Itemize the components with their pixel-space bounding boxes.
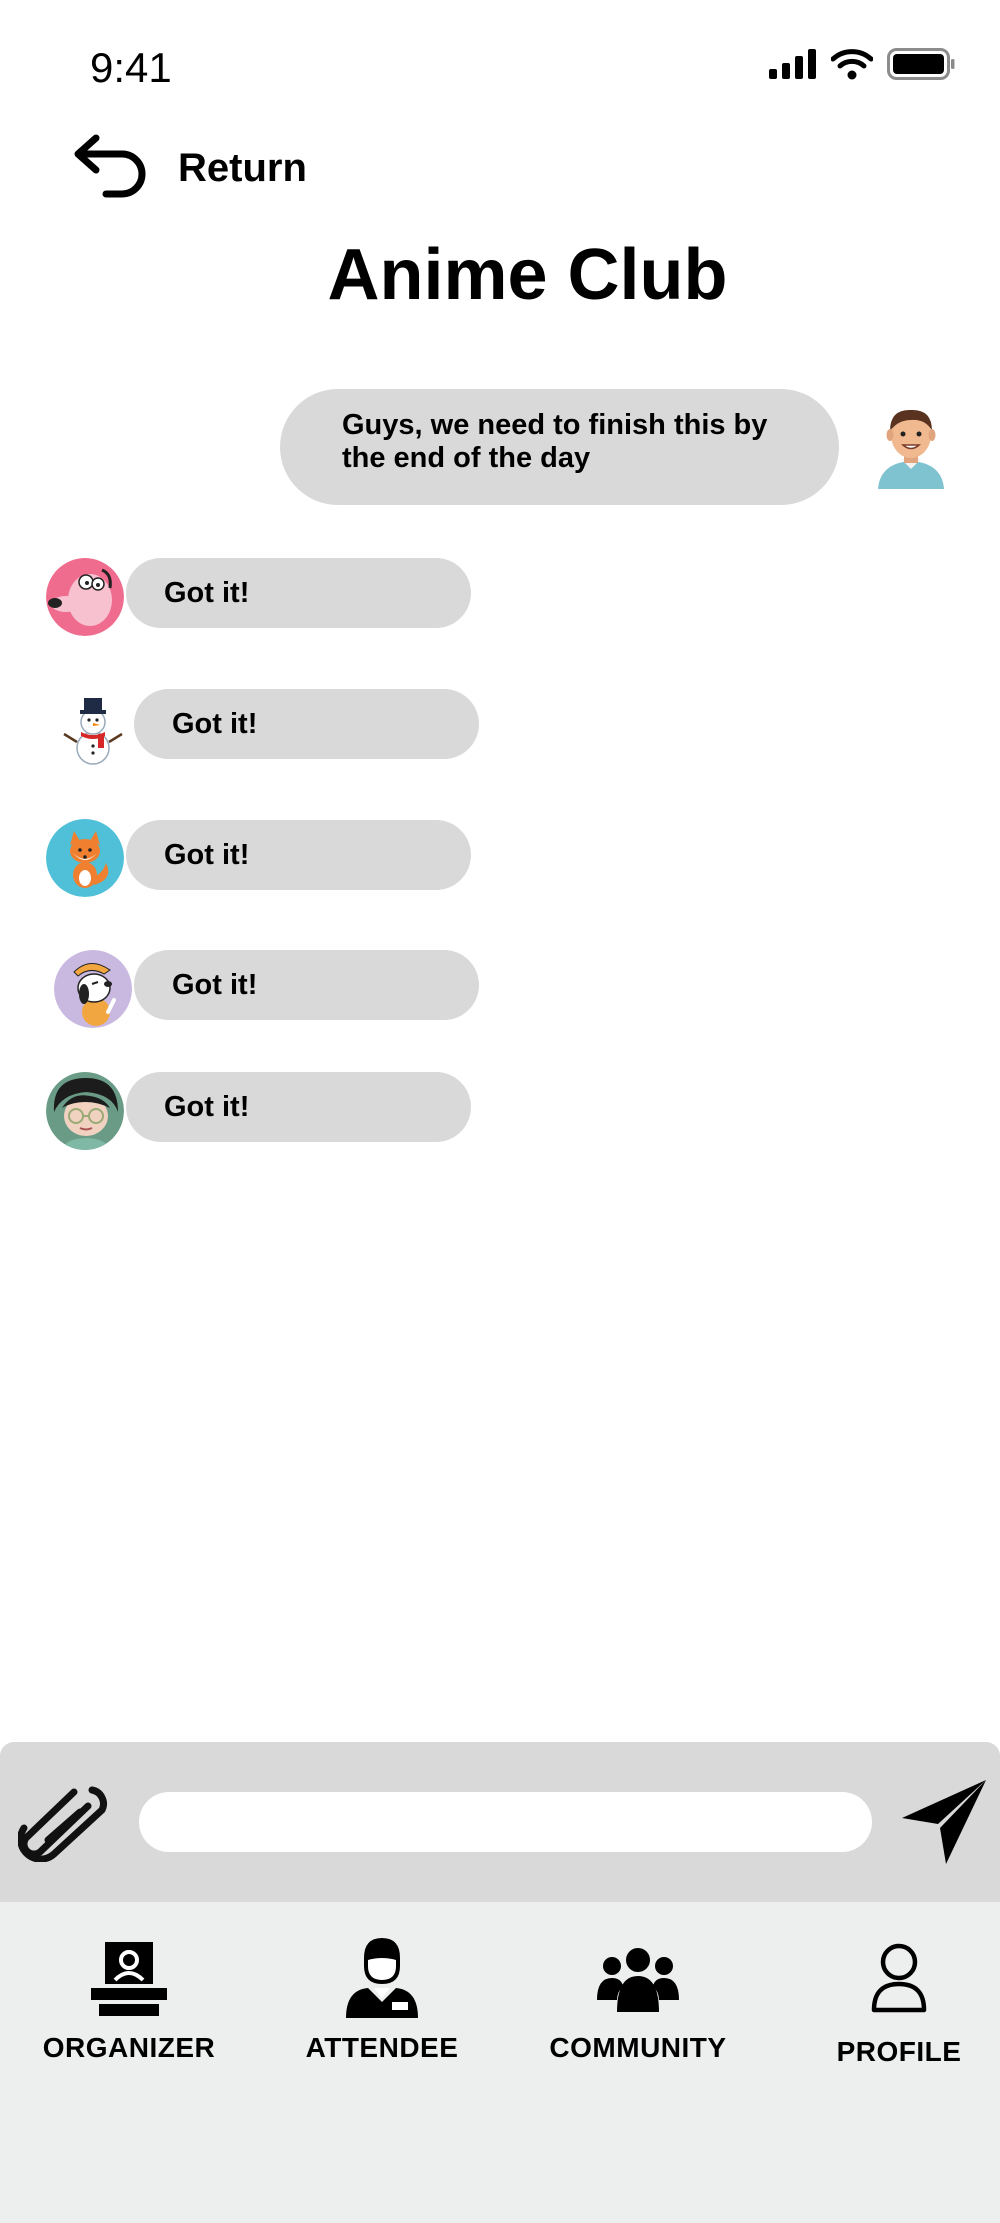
- wifi-icon: [831, 49, 873, 80]
- incoming-message-bubble: Got it!: [134, 689, 479, 759]
- paperclip-icon[interactable]: [17, 1782, 110, 1867]
- nav-community[interactable]: COMMUNITY: [548, 1946, 728, 2064]
- nav-label: ATTENDEE: [305, 2032, 459, 2063]
- return-button[interactable]: Return: [72, 130, 307, 206]
- incoming-message-text: Got it!: [164, 1090, 250, 1123]
- cartoon-dog-avatar[interactable]: [54, 950, 132, 1028]
- incoming-message-bubble: Got it!: [126, 1072, 471, 1142]
- pink-dog-avatar[interactable]: [46, 558, 124, 636]
- nav-attendee[interactable]: ATTENDEE: [302, 1936, 462, 2064]
- nav-profile[interactable]: PROFILE: [834, 1942, 964, 2068]
- podium-icon: [91, 1942, 167, 2016]
- incoming-message-text: Got it!: [164, 576, 250, 609]
- person-badge-icon: [346, 1938, 418, 2018]
- outgoing-message-text: Guys, we need to finish this by the end …: [342, 409, 768, 474]
- return-arrow-icon: [74, 134, 146, 198]
- incoming-message-bubble: Got it!: [134, 950, 479, 1020]
- incoming-message-bubble: Got it!: [126, 558, 471, 628]
- girl-avatar[interactable]: [46, 1072, 124, 1150]
- status-time: 9:41: [90, 44, 172, 91]
- page-title: Anime Club: [327, 235, 728, 315]
- fox-avatar[interactable]: [46, 819, 124, 897]
- nav-label: COMMUNITY: [549, 2032, 727, 2063]
- incoming-message-bubble: Got it!: [126, 820, 471, 890]
- bottom-nav: ORGANIZER ATTENDEE COMMUNITY PROFILE: [0, 1902, 1000, 2223]
- nav-organizer[interactable]: ORGANIZER: [43, 1938, 215, 2064]
- incoming-message-text: Got it!: [164, 838, 250, 871]
- snowman-avatar[interactable]: [54, 690, 132, 768]
- group-icon: [597, 1948, 679, 2012]
- incoming-message-text: Got it!: [172, 968, 258, 1001]
- incoming-message-text: Got it!: [172, 707, 258, 740]
- return-label: Return: [178, 145, 307, 190]
- nav-label: PROFILE: [836, 2036, 962, 2067]
- outgoing-message-bubble: Guys, we need to finish this by the end …: [280, 389, 839, 505]
- status-icons: [769, 48, 955, 80]
- user-outline-icon: [871, 1943, 927, 2013]
- cellular-signal-icon: [769, 49, 816, 79]
- message-input[interactable]: [139, 1792, 872, 1852]
- battery-icon: [887, 48, 955, 80]
- man-avatar[interactable]: [868, 403, 954, 489]
- send-button[interactable]: [900, 1778, 990, 1871]
- paper-plane-icon: [902, 1780, 986, 1864]
- nav-label: ORGANIZER: [42, 2032, 216, 2063]
